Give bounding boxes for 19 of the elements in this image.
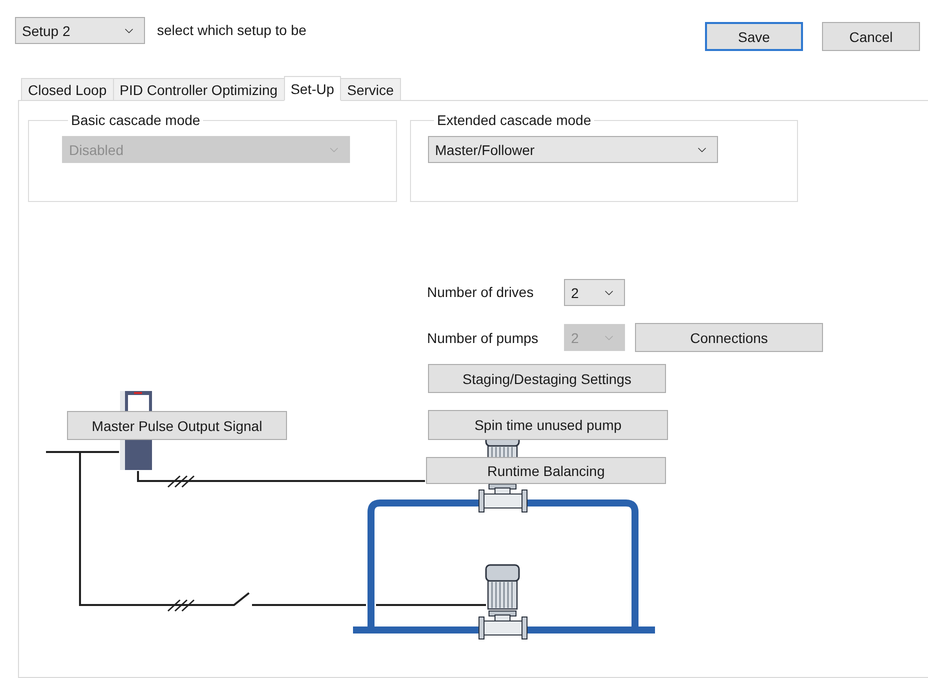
action-button[interactable]: Staging/Destaging Settings [428,364,666,393]
action-button[interactable]: Spin time unused pump [428,410,668,440]
setup-hint: select which setup to be [157,22,306,38]
drives-label: Number of drives [427,284,534,300]
action-button[interactable]: Connections [635,323,823,352]
setup-select[interactable]: Setup 2 [15,17,145,44]
pumps-label: Number of pumps [427,330,538,346]
action-button[interactable]: Runtime Balancing [426,457,666,484]
tab[interactable]: PID Controller Optimizing [112,78,285,100]
tab[interactable]: Closed Loop [21,78,114,100]
group-title: Basic cascade mode [70,112,202,128]
tab[interactable]: Service [340,78,401,100]
drives-select[interactable]: 2 [564,279,625,306]
group-title: Extended cascade mode [436,112,592,128]
mode-select[interactable]: Master/Follower [428,136,718,163]
cancel-button[interactable]: Cancel [822,22,920,51]
action-button[interactable]: Master Pulse Output Signal [67,411,287,440]
tab[interactable]: Set-Up [284,76,342,101]
save-button[interactable]: Save [705,22,803,51]
